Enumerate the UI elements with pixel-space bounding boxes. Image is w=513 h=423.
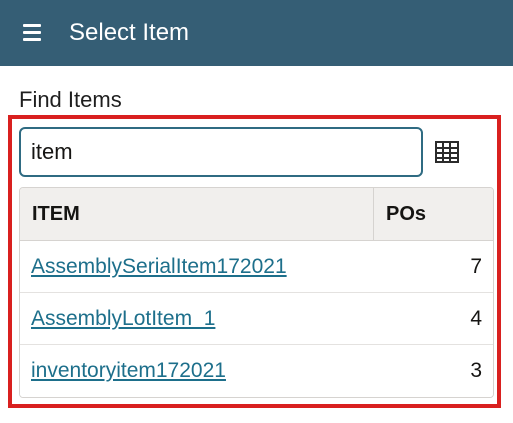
app-header: Select Item (0, 0, 513, 66)
item-link[interactable]: AssemblySerialItem172021 (31, 241, 287, 293)
items-table: ITEM POs AssemblySerialItem172021 7 Asse… (19, 187, 494, 398)
po-count: 4 (470, 307, 482, 330)
column-header-item[interactable]: ITEM (32, 188, 80, 240)
grid-view-icon[interactable] (433, 138, 461, 166)
item-link[interactable]: AssemblyLotItem_1 (31, 293, 215, 345)
page-title: Select Item (69, 19, 190, 46)
table-row[interactable]: AssemblySerialItem172021 7 (20, 241, 493, 293)
hamburger-menu-icon[interactable] (22, 22, 44, 44)
table-row[interactable]: inventoryitem172021 3 (20, 345, 493, 397)
column-divider (373, 188, 374, 240)
table-row[interactable]: AssemblyLotItem_1 4 (20, 293, 493, 345)
item-link[interactable]: inventoryitem172021 (31, 345, 226, 397)
column-header-pos[interactable]: POs (386, 188, 426, 240)
po-count: 3 (470, 359, 482, 382)
search-input[interactable] (19, 127, 423, 177)
po-count: 7 (470, 255, 482, 278)
find-items-label: Find Items (19, 87, 122, 112)
table-header: ITEM POs (20, 188, 493, 241)
